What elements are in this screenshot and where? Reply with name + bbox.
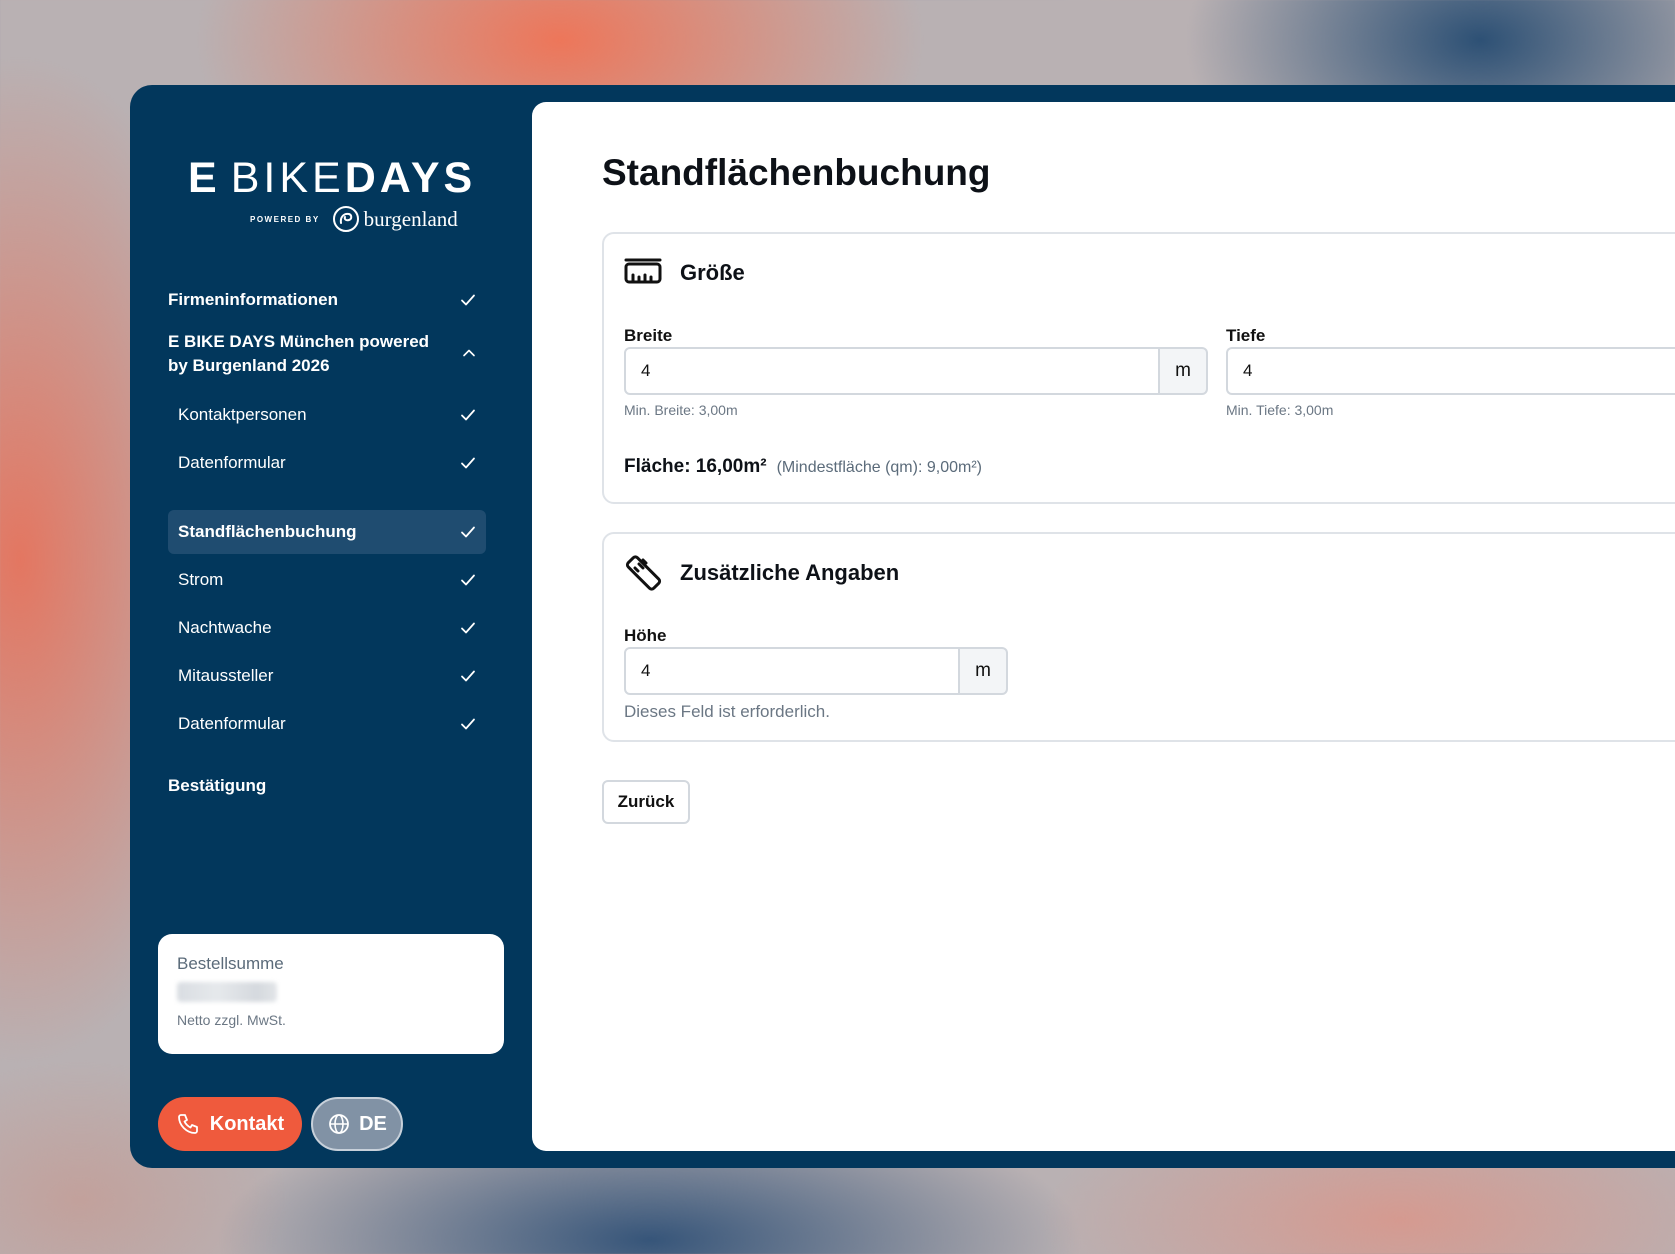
nav-item-label: Kontaktpersonen [178,405,307,424]
order-summary-note: Netto zzgl. MwSt. [177,1012,286,1028]
check-icon [461,294,475,306]
ruler-icon [624,258,662,284]
hoehe-unit: m [960,647,1008,695]
nav-item-nachtwache[interactable]: Nachtwache [168,606,486,650]
check-icon [461,574,475,586]
breite-hint: Min. Breite: 3,00m [624,402,738,418]
additional-info-header: Zusätzliche Angaben [624,554,899,592]
logo-subline: POWERED BY burgenland [250,205,458,233]
language-button[interactable]: DE [311,1097,403,1151]
tiefe-input[interactable] [1226,347,1675,395]
nav-item-datenformular[interactable]: Datenformular [168,441,486,485]
tiefe-label: Tiefe [1226,326,1266,345]
globe-icon [329,1114,349,1134]
phone-icon [177,1114,198,1134]
measuring-tape-icon [625,555,662,591]
nav-item-label: Nachtwache [178,618,272,637]
size-card-header: Größe [624,254,745,292]
page-title: Standflächenbuchung [602,152,991,193]
logo-word-days: DAYS [344,154,477,202]
tiefe-input-group [1226,347,1675,395]
hoehe-input-group: m [624,647,1008,695]
check-icon [461,409,475,421]
additional-info-title: Zusätzliche Angaben [680,560,900,585]
hoehe-hint: Dieses Feld ist erforderlich. [624,702,830,721]
app-window: E BIKE DAYS POWERED BY burgenland Firmen… [130,85,1675,1168]
nav-item-label: Mitaussteller [178,666,274,685]
nav-item-mitaussteller[interactable]: Mitaussteller [168,654,486,698]
logo-brand: burgenland [363,206,458,231]
contact-button[interactable]: Kontakt [158,1097,302,1151]
chevron-up-icon [463,349,475,357]
check-icon [461,457,475,469]
nav-group-label: E BIKE DAYS München powered by Burgenlan… [168,332,430,375]
check-icon [461,718,475,730]
breite-input-group: m [624,347,1208,395]
area-summary: Fläche: 16,00m² (Mindestfläche (qm): 9,0… [624,456,982,478]
logo-wordmark: E BIKE DAYS [188,154,472,202]
nav-item-label: Strom [178,570,224,589]
nav-item-label: Datenformular [178,714,286,733]
order-summary-label: Bestellsumme [177,954,284,973]
size-card-title: Größe [680,260,745,285]
breite-label: Breite [624,326,673,345]
order-summary-value-blurred [177,982,277,1002]
sidebar: E BIKE DAYS POWERED BY burgenland Firmen… [130,85,532,1168]
contact-button-label: Kontakt [209,1112,285,1135]
back-button[interactable]: Zurück [602,780,690,824]
nav-item-strom[interactable]: Strom [168,558,486,602]
nav-item-bestaetigung[interactable]: Bestätigung [168,764,486,808]
check-icon [461,670,475,682]
nav-item-firmeninformationen[interactable]: Firmeninformationen [168,278,486,322]
additional-info-card: Zusätzliche Angaben Höhe m Dieses Feld i… [602,532,1675,742]
ebike-days-logo[interactable]: E BIKE DAYS POWERED BY burgenland [188,154,472,237]
hoehe-label: Höhe [624,626,667,645]
breite-unit: m [1160,347,1208,395]
logo-powered-by: POWERED BY [250,214,320,224]
minimum-area: (Mindestfläche (qm): 9,00m²) [776,459,982,476]
size-card: Größe Breite m Min. Breite: 3,00m Tiefe … [602,232,1675,504]
burgenland-mark-icon [332,206,359,232]
logo-word-bike: BIKE [230,154,345,202]
nav-item-label: Datenformular [178,453,286,472]
nav-group-event[interactable]: E BIKE DAYS München powered by Burgenlan… [168,330,486,378]
language-button-label: DE [359,1112,387,1135]
nav-item-label: Bestätigung [168,776,267,795]
logo-word-e: E [188,154,221,202]
check-icon [461,526,475,538]
main-content: Standflächenbuchung Größe Breite m Min. … [532,102,1675,1151]
area-value: Fläche: 16,00m² [624,456,767,477]
hoehe-input[interactable] [624,647,960,695]
breite-input[interactable] [624,347,1160,395]
nav-item-label: Firmeninformationen [168,290,339,309]
nav-item-datenformular-2[interactable]: Datenformular [168,702,486,746]
nav-item-standflaechenbuchung[interactable]: Standflächenbuchung [168,510,486,554]
nav-item-kontaktpersonen[interactable]: Kontaktpersonen [168,393,486,437]
nav-item-label: Standflächenbuchung [178,522,357,541]
check-icon [461,622,475,634]
tiefe-hint: Min. Tiefe: 3,00m [1226,402,1334,418]
order-summary-card: Bestellsumme Netto zzgl. MwSt. [158,934,504,1054]
